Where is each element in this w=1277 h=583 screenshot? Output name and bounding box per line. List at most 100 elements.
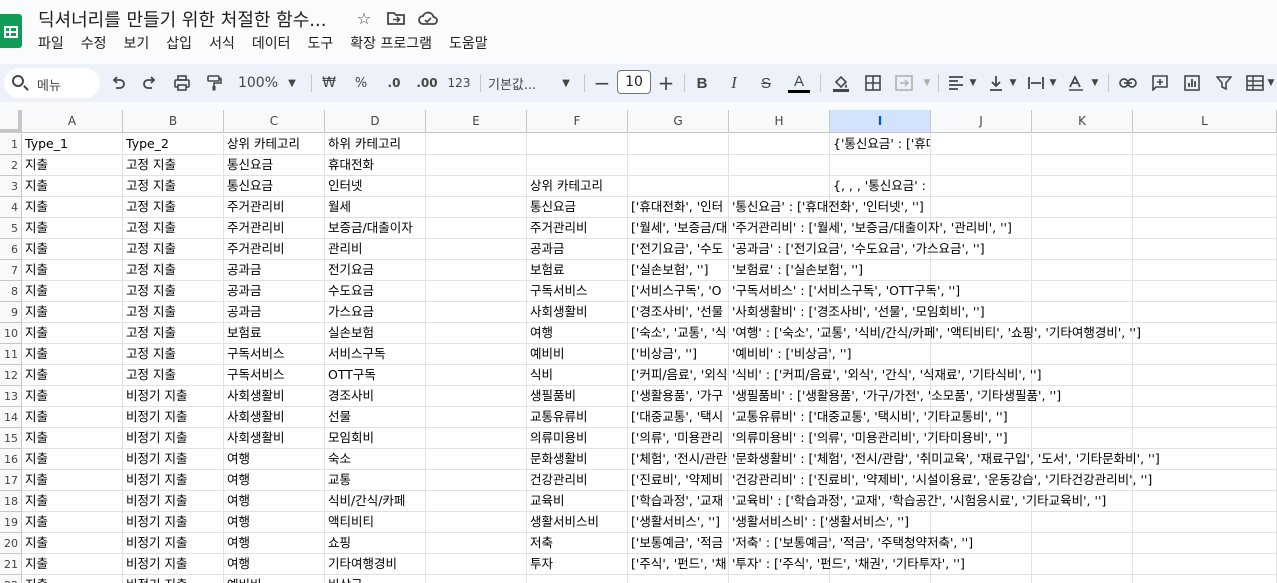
strikethrough-icon[interactable]: S [756,64,776,102]
cell-h1[interactable] [729,134,830,155]
cell-h20[interactable]: '저축' : ['보통예금', '적금', '주택청약저축', ''] [729,533,973,554]
cell-j1[interactable] [931,134,1032,155]
cell-h21[interactable]: '투자' : ['주식', '펀드', '채권', '기타투자', ''] [729,554,965,575]
cell-c19[interactable]: 여행 [224,512,325,533]
cell-b3[interactable]: 고정 지출 [123,176,224,197]
cell-k3[interactable] [1032,176,1133,197]
cell-i22[interactable] [830,575,931,583]
cell-f14[interactable]: 교통유류비 [527,407,628,428]
cell-c15[interactable]: 사회생활비 [224,428,325,449]
cell-h7[interactable]: '보험료' : ['실손보험', ''] [729,260,863,281]
row-header[interactable]: 13 [0,386,22,407]
row-header[interactable]: 10 [0,323,22,344]
cell-c20[interactable]: 여행 [224,533,325,554]
row-header[interactable]: 21 [0,554,22,575]
cell-b16[interactable]: 비정기 지출 [123,449,224,470]
column-header-c[interactable]: C [224,110,325,133]
cell-l9[interactable] [1133,302,1277,323]
number-format-button[interactable]: 123 [446,64,472,102]
row-header[interactable]: 8 [0,281,22,302]
cell-h10[interactable]: '여행' : ['숙소', '교통', '식비/간식/카페', '액티비티', … [729,323,1141,344]
cell-g5[interactable]: ['월세', '보증금/대 [628,218,729,239]
row-header[interactable]: 16 [0,449,22,470]
cell-a8[interactable]: 지출 [22,281,123,302]
row-header[interactable]: 20 [0,533,22,554]
font-dropdown-icon[interactable]: ▼ [558,64,574,102]
cell-b5[interactable]: 고정 지출 [123,218,224,239]
cell-g11[interactable]: ['비상금', ''] [628,344,729,365]
cell-f9[interactable]: 사회생활비 [527,302,628,323]
cell-l6[interactable] [1133,239,1277,260]
cell-k19[interactable] [1032,512,1133,533]
cell-d20[interactable]: 쇼핑 [325,533,426,554]
row-header[interactable]: 1 [0,134,22,155]
menu-file[interactable]: 파일 [38,34,71,56]
bold-icon[interactable]: B [692,64,712,102]
cell-d17[interactable]: 교통 [325,470,426,491]
cell-d21[interactable]: 기타여행경비 [325,554,426,575]
cell-j19[interactable] [931,512,1032,533]
cell-h4[interactable]: '통신요금' : ['휴대전화', '인터넷', ''] [729,197,924,218]
cell-f20[interactable]: 저축 [527,533,628,554]
cell-k11[interactable] [1032,344,1133,365]
cell-g14[interactable]: ['대중교통', '택시 [628,407,729,428]
menu-data[interactable]: 데이터 [252,34,298,56]
cell-l5[interactable] [1133,218,1277,239]
row-header[interactable]: 7 [0,260,22,281]
cell-d14[interactable]: 선물 [325,407,426,428]
text-color-icon[interactable]: A [788,64,810,102]
cell-g8[interactable]: ['서비스구독', 'O [628,281,729,302]
cell-f22[interactable] [527,575,628,583]
cell-h17[interactable]: '건강관리비' : ['진료비', '약제비', '시설이용료', '운동강습'… [729,470,1152,491]
zoom-dropdown-icon[interactable]: ▼ [284,64,300,102]
cell-d12[interactable]: OTT구독 [325,365,426,386]
wrap-dropdown-icon[interactable]: ▼ [1046,64,1060,102]
cell-l19[interactable] [1133,512,1277,533]
cell-d1[interactable]: 하위 카테고리 [325,134,426,155]
cell-c6[interactable]: 주거관리비 [224,239,325,260]
cell-a13[interactable]: 지출 [22,386,123,407]
column-header-i[interactable]: I [830,110,931,133]
cell-a18[interactable]: 지출 [22,491,123,512]
cell-g1[interactable] [628,134,729,155]
cloud-status-icon[interactable] [418,8,438,28]
cell-e20[interactable] [426,533,527,554]
cell-l18[interactable] [1133,491,1277,512]
merge-cells-icon[interactable] [894,64,914,102]
column-header-l[interactable]: L [1133,110,1277,133]
cell-l22[interactable] [1133,575,1277,583]
cell-l7[interactable] [1133,260,1277,281]
cell-k5[interactable] [1032,218,1133,239]
paint-format-icon[interactable] [202,64,226,102]
cell-l4[interactable] [1133,197,1277,218]
move-folder-icon[interactable] [386,8,406,28]
cell-l13[interactable] [1133,386,1277,407]
menu-view[interactable]: 보기 [124,34,157,56]
cell-e21[interactable] [426,554,527,575]
cell-e8[interactable] [426,281,527,302]
cell-c9[interactable]: 공과금 [224,302,325,323]
cell-f15[interactable]: 의류미용비 [527,428,628,449]
cell-b21[interactable]: 비정기 지출 [123,554,224,575]
cell-c16[interactable]: 여행 [224,449,325,470]
cell-a7[interactable]: 지출 [22,260,123,281]
cell-f16[interactable]: 문화생활비 [527,449,628,470]
cell-g12[interactable]: ['커피/음료', '외식 [628,365,729,386]
cell-e13[interactable] [426,386,527,407]
cell-d16[interactable]: 숙소 [325,449,426,470]
cell-b22[interactable]: 비정기 지출 [123,575,224,583]
cell-d9[interactable]: 가스요금 [325,302,426,323]
cell-c14[interactable]: 사회생활비 [224,407,325,428]
cell-c22[interactable]: 예비비 [224,575,325,583]
borders-icon[interactable] [862,64,884,102]
cell-d4[interactable]: 월세 [325,197,426,218]
filter-icon[interactable] [1212,64,1236,102]
cell-k7[interactable] [1032,260,1133,281]
decrease-decimal-button[interactable]: .0 [382,64,406,102]
cell-g19[interactable]: ['생활서비스', ''] [628,512,729,533]
undo-icon[interactable] [106,64,130,102]
document-title[interactable]: 딕셔너리를 만들기 위한 처절한 함수... [38,6,326,32]
insert-comment-icon[interactable] [1148,64,1172,102]
cell-b18[interactable]: 비정기 지출 [123,491,224,512]
cell-c7[interactable]: 공과금 [224,260,325,281]
